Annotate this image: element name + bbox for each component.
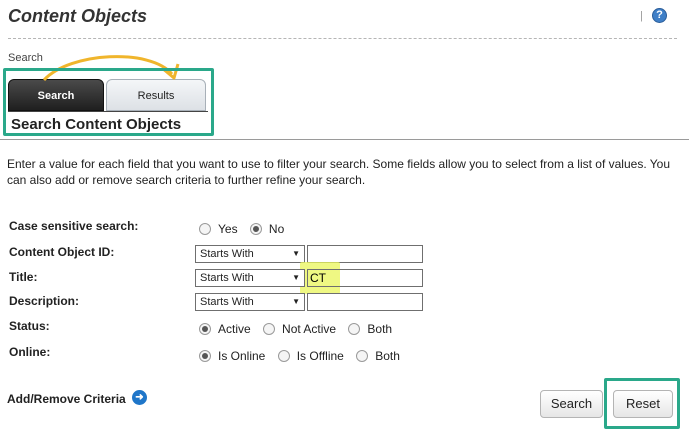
online-label: Online: xyxy=(9,345,51,359)
description-operator-select[interactable]: Starts With ▼ xyxy=(195,293,305,311)
title-operator-select[interactable]: Starts With ▼ xyxy=(195,269,305,287)
online-both-label[interactable]: Both xyxy=(375,349,400,363)
status-not-active-label[interactable]: Not Active xyxy=(282,322,336,336)
case-sensitive-no-radio[interactable] xyxy=(249,223,262,235)
tabs-baseline xyxy=(8,111,208,112)
reset-button[interactable]: Reset xyxy=(613,390,673,418)
content-object-id-operator-select[interactable]: Starts With ▼ xyxy=(195,245,305,263)
online-is-offline-label[interactable]: Is Offline xyxy=(297,349,344,363)
description-label: Description: xyxy=(9,294,80,308)
case-sensitive-no-label[interactable]: No xyxy=(269,222,284,236)
online-is-online-label[interactable]: Is Online xyxy=(218,349,265,363)
case-sensitive-yes-radio[interactable] xyxy=(199,223,211,235)
online-both-radio[interactable] xyxy=(356,350,369,362)
status-both-label[interactable]: Both xyxy=(367,322,392,336)
intro-text: Enter a value for each field that you wa… xyxy=(7,157,671,187)
search-button[interactable]: Search xyxy=(540,390,603,418)
header-divider xyxy=(8,38,677,39)
tab-search[interactable]: Search xyxy=(8,79,104,111)
status-active-label[interactable]: Active xyxy=(218,322,251,336)
description-operator-value: Starts With xyxy=(200,296,254,308)
title-operator-value: Starts With xyxy=(200,272,254,284)
status-label: Status: xyxy=(9,319,50,333)
online-is-offline-radio[interactable] xyxy=(277,350,290,362)
content-object-id-operator-value: Starts With xyxy=(200,248,254,260)
section-divider xyxy=(0,139,689,140)
chevron-down-icon: ▼ xyxy=(292,249,300,258)
status-radio-group: Active Not Active Both xyxy=(199,322,401,336)
help-icon[interactable]: ? xyxy=(652,8,667,23)
page-title: Content Objects xyxy=(8,6,148,26)
add-remove-criteria-link[interactable]: Add/Remove Criteria xyxy=(7,392,126,406)
title-input[interactable] xyxy=(307,269,423,287)
case-sensitive-yes-label[interactable]: Yes xyxy=(218,222,238,236)
chevron-down-icon: ▼ xyxy=(292,297,300,306)
online-radio-group: Is Online Is Offline Both xyxy=(199,349,409,363)
case-sensitive-label: Case sensitive search: xyxy=(9,219,139,233)
section-title: Search Content Objects xyxy=(11,116,182,133)
tab-results[interactable]: Results xyxy=(106,79,206,111)
status-active-radio[interactable] xyxy=(199,323,211,335)
chevron-down-icon: ▼ xyxy=(292,273,300,282)
header-separator: | xyxy=(640,10,643,22)
breadcrumb: Search xyxy=(8,52,43,64)
status-both-radio[interactable] xyxy=(348,323,361,335)
content-object-id-input[interactable] xyxy=(307,245,423,263)
title-label: Title: xyxy=(9,270,38,284)
online-is-online-radio[interactable] xyxy=(199,350,211,362)
case-sensitive-radio-group: Yes No xyxy=(199,222,293,236)
arrow-right-circle-icon[interactable]: ➜ xyxy=(132,390,147,405)
content-object-id-label: Content Object ID: xyxy=(9,245,115,259)
status-not-active-radio[interactable] xyxy=(263,323,276,335)
description-input[interactable] xyxy=(307,293,423,311)
